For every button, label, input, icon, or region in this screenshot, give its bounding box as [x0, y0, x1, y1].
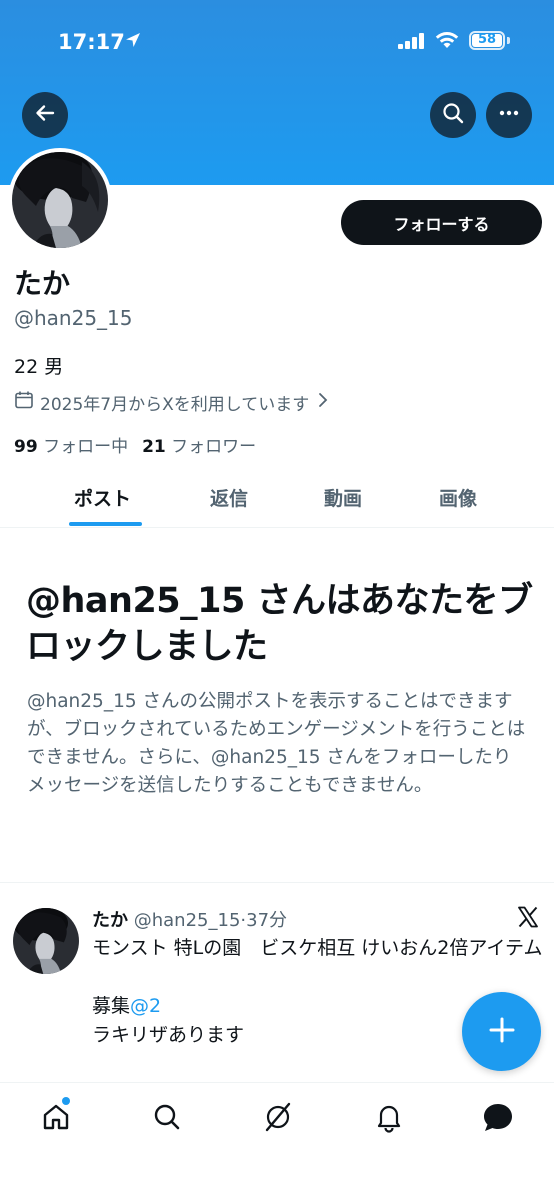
nav-home[interactable] [36, 1099, 76, 1139]
plus-icon [487, 1015, 517, 1049]
avatar-image [12, 152, 108, 248]
nav-notifications[interactable] [369, 1099, 409, 1139]
back-arrow-icon [34, 102, 56, 128]
messages-icon [481, 1100, 515, 1138]
calendar-icon [14, 390, 40, 415]
notification-dot [62, 1097, 70, 1105]
search-icon [441, 101, 465, 129]
nav-messages[interactable] [478, 1099, 518, 1139]
divider [0, 882, 554, 883]
tab-replies[interactable]: 返信 [210, 484, 248, 511]
post-author-avatar[interactable] [13, 908, 79, 974]
joined-date: 2025年7月からXを利用しています [40, 395, 310, 415]
nav-search[interactable] [147, 1099, 187, 1139]
nav-grok[interactable] [258, 1099, 298, 1139]
bottom-navigation [0, 1082, 554, 1201]
location-arrow-icon [124, 31, 142, 53]
profile-bio: 22 男 [14, 356, 64, 378]
back-button[interactable] [22, 92, 68, 138]
post-author-name: たか [92, 910, 128, 931]
follow-button[interactable]: フォローする [341, 200, 542, 245]
cellular-signal-icon [398, 33, 426, 53]
follow-stats: 99 フォロー中 21 フォロワー [14, 432, 256, 457]
chevron-right-icon [317, 392, 335, 413]
wifi-icon [434, 30, 460, 54]
following-label: フォロー中 [43, 437, 129, 457]
more-icon [497, 101, 521, 129]
bell-icon [373, 1101, 405, 1137]
blocked-description: @han25_15 さんの公開ポストを表示することはできますが、ブロックされてい… [27, 691, 526, 796]
joined-date-row[interactable]: 2025年7月からXを利用しています [14, 390, 335, 415]
more-button[interactable] [486, 92, 532, 138]
tab-posts[interactable]: ポスト [74, 484, 131, 511]
tab-videos[interactable]: 動画 [324, 484, 362, 511]
followers-count: 21 [142, 437, 166, 457]
profile-handle: @han25_15 [14, 306, 133, 330]
tab-images[interactable]: 画像 [439, 484, 477, 511]
active-tab-indicator [69, 522, 142, 526]
search-icon [151, 1101, 183, 1137]
post-mention[interactable]: @2 [130, 995, 161, 1017]
blocked-title: @han25_15 さんはあなたをブロックしました [26, 581, 533, 667]
profile-tabs: ポスト 返信 動画 画像 [0, 470, 554, 528]
post-header[interactable]: たか @han25_15·37分 [92, 906, 287, 932]
compose-button[interactable] [462, 992, 541, 1071]
profile-name: たか [14, 267, 71, 300]
grok-icon [261, 1100, 295, 1138]
battery-level: 58 [477, 32, 497, 47]
post-line-2-text: 募集 [92, 995, 131, 1017]
search-button[interactable] [430, 92, 476, 138]
profile-avatar[interactable] [8, 148, 112, 252]
following-link[interactable]: 99 フォロー中 [14, 437, 128, 457]
followers-label: フォロワー [171, 437, 257, 457]
status-bar: 17:17 58 [0, 0, 554, 80]
followers-link[interactable]: 21 フォロワー [142, 437, 256, 457]
post-time: 37分 [246, 910, 288, 931]
status-time: 17:17 [58, 30, 125, 54]
following-count: 99 [14, 437, 38, 457]
post-line-1: モンスト 特Lの園 ビスケ相互 けいおん2倍アイテム [92, 937, 543, 959]
home-icon [40, 1101, 72, 1137]
post-author-handle: @han25_15 [133, 910, 241, 931]
x-logo-icon [516, 905, 540, 933]
battery-icon: 58 [469, 31, 505, 50]
